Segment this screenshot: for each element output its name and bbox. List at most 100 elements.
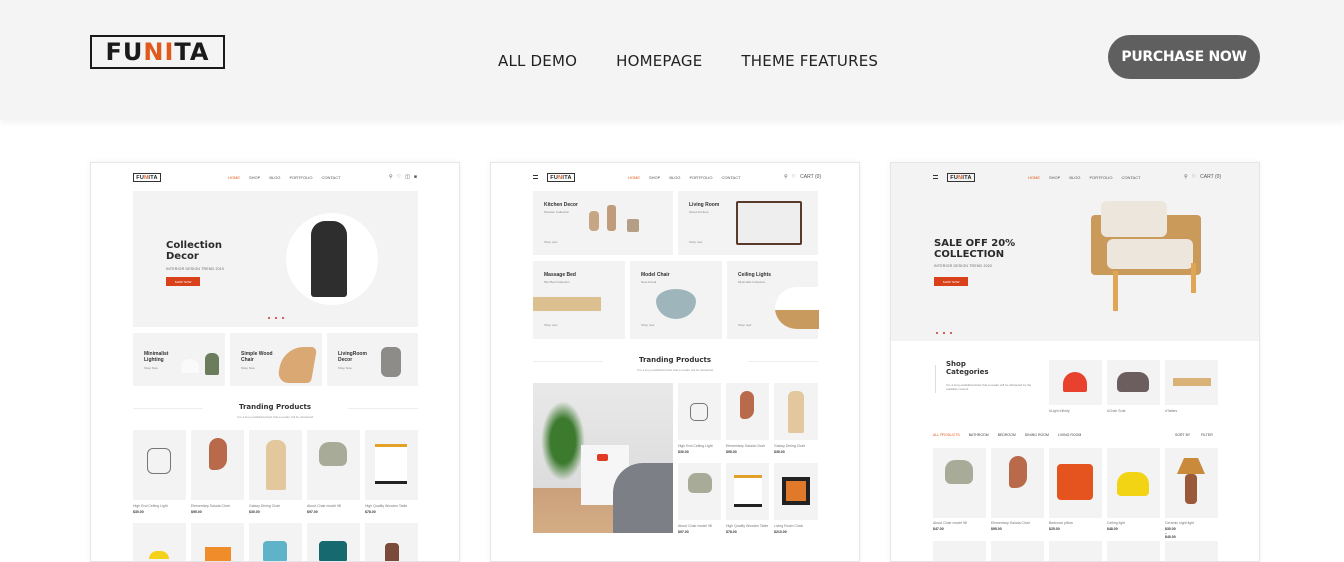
demo-header-icons: ⚲ ♡ ◫ ■	[389, 174, 417, 180]
hero-subtitle: INTERIOR DESIGN TREND 2019	[166, 267, 225, 271]
demo-card-3[interactable]: SALE OFF 20% COLLECTION INTERIOR DESIGN …	[890, 162, 1260, 562]
red-lamp-image	[1063, 372, 1087, 392]
demo-nav: HOME SHOP BLOG PORTFOLIO CONTACT	[1028, 175, 1141, 180]
cabinet-image	[375, 444, 407, 484]
product-card[interactable]	[191, 523, 244, 561]
heart-icon: ♡	[396, 174, 402, 180]
heart-icon: ♡	[1191, 174, 1197, 180]
search-icon: ⚲	[389, 174, 393, 180]
demo-header-icons: ⚲ ♡ CART (0)	[784, 174, 821, 180]
cart-icon: ■	[413, 174, 417, 180]
nav-all-demo[interactable]: ALL DEMO	[498, 52, 577, 70]
demo-nav-contact: CONTACT	[321, 175, 341, 180]
tile-model-chair[interactable]: Model Chair New Arrival Shop now	[630, 261, 722, 339]
tile-kitchen-decor[interactable]: Kitchen Decor Wooden Collection Shop now	[533, 191, 673, 255]
pillow-image	[1057, 464, 1093, 500]
demo-card-1[interactable]: FU N ITA HOME SHOP BLOG PORTFOLIO CONTACT …	[90, 162, 460, 562]
demo-header: FU N ITA HOME SHOP BLOG PORTFOLIO CONTACT …	[91, 171, 459, 185]
ceiling-light-image	[147, 448, 171, 474]
plant-image	[541, 401, 585, 481]
product-card[interactable]	[307, 523, 360, 561]
chair-image	[209, 438, 227, 470]
demo-nav-shop: SHOP	[249, 175, 261, 180]
chair-image	[319, 442, 347, 466]
armchair-back-cushion	[1101, 201, 1167, 237]
menu-icon	[933, 175, 938, 179]
hero-title: SALE OFF 20% COLLECTION	[934, 238, 1016, 260]
hero-dots[interactable]	[936, 332, 952, 334]
section-title: Tranding Products	[638, 356, 712, 364]
lamp-image	[181, 359, 199, 373]
product-card[interactable]	[1165, 541, 1218, 561]
demo-nav-portfolio: PORTFOLIO	[289, 175, 313, 180]
product-card[interactable]	[1049, 541, 1102, 561]
bedroom-video-image[interactable]	[533, 383, 673, 533]
tab-dining-room[interactable]: DINING ROOM	[1025, 433, 1049, 437]
hero-subtitle: INTERIOR DESIGN TREND 2020	[934, 264, 993, 268]
shop-categories-desc: It is a long established fact that a rea…	[946, 383, 1032, 392]
demo-nav: HOME SHOP BLOG PORTFOLIO CONTACT	[628, 175, 741, 180]
banner-livingroom[interactable]: LivingRoom Decor Shop Now	[327, 333, 418, 386]
demo-hero: Collection Decor INTERIOR DESIGN TREND 2…	[133, 191, 418, 327]
tab-bathroom[interactable]: BATHROOM	[969, 433, 989, 437]
product-card[interactable]	[933, 541, 986, 561]
shop-categories-title: Shop Categories	[946, 360, 989, 376]
demo-logo: FU N ITA	[547, 173, 575, 182]
demo-hero: SALE OFF 20% COLLECTION INTERIOR DESIGN …	[891, 163, 1259, 341]
product-card[interactable]	[249, 523, 302, 561]
sofa-chair-image	[1117, 372, 1149, 392]
demo-card-2[interactable]: FU N ITA HOME SHOP BLOG PORTFOLIO CONTACT …	[490, 162, 860, 562]
purchase-now-button[interactable]: PURCHASE NOW	[1108, 35, 1260, 79]
menu-icon	[533, 175, 538, 179]
clock-image	[782, 477, 810, 505]
site-header: FU N I TA ALL DEMO HOMEPAGE THEME FEATURES …	[0, 0, 1344, 120]
demo-nav: HOME SHOP BLOG PORTFOLIO CONTACT	[228, 175, 341, 180]
tab-living-room[interactable]: LIVING ROOM	[1058, 433, 1081, 437]
bed-image	[613, 463, 673, 533]
hero-shop-button[interactable]: SHOP NOW	[934, 277, 968, 286]
banner-wood-chair[interactable]: Simple Wood Chair Shop Now	[230, 333, 322, 386]
tile-massage-bed[interactable]: Massage Bed Mini Bed Collection Shop now	[533, 261, 625, 339]
cart-label: CART (0)	[800, 174, 822, 180]
tile-living-room[interactable]: Living Room Wood furniture Shop now	[678, 191, 818, 255]
logo-text-end: TA	[174, 38, 210, 66]
nav-homepage[interactable]: HOMEPAGE	[616, 52, 702, 70]
demo-nav-blog: BLOG	[269, 175, 281, 180]
tile-ceiling-lights[interactable]: Ceiling Lights Minimalist Collection Sho…	[727, 261, 819, 339]
youtube-play-icon[interactable]	[597, 454, 608, 461]
demo-logo: FU N ITA	[947, 173, 975, 182]
nav-theme-features[interactable]: THEME FEATURES	[741, 52, 878, 70]
diffuser-image	[311, 221, 347, 297]
hero-shop-button[interactable]: SHOP NOW	[166, 277, 200, 286]
armchair-seat-cushion	[1107, 239, 1193, 269]
tab-bedroom[interactable]: BEDROOM	[998, 433, 1016, 437]
demo-header: FU N ITA HOME SHOP BLOG PORTFOLIO CONTACT …	[891, 171, 1259, 185]
bag-icon: ◫	[405, 174, 410, 180]
chair-image	[266, 440, 286, 490]
search-icon: ⚲	[1184, 174, 1188, 180]
product-card[interactable]	[1107, 541, 1160, 561]
logo-text-start: FU	[105, 38, 144, 66]
filter-button[interactable]: FILTER	[1201, 433, 1213, 437]
yellow-light-image	[1117, 472, 1149, 496]
demo-nav-home: HOME	[228, 175, 240, 180]
demo-header-icons: ⚲ ♡ CART (0)	[1184, 174, 1221, 180]
sort-by-dropdown[interactable]: SORT BY	[1175, 433, 1190, 437]
section-subtitle: It is a long established fact that a rea…	[636, 368, 714, 372]
logo[interactable]: FU N I TA	[90, 35, 225, 69]
search-icon: ⚲	[784, 174, 788, 180]
main-nav: ALL DEMO HOMEPAGE THEME FEATURES	[498, 52, 917, 70]
section-subtitle: It is a long established fact that a rea…	[236, 415, 314, 419]
wood-chair-image	[276, 347, 318, 383]
product-card[interactable]	[365, 523, 418, 561]
banner-lighting[interactable]: Minimalist Lighting Shop Now	[133, 333, 225, 386]
cart-label: CART (0)	[1200, 174, 1222, 180]
filter-tabs: ALL PRODUCTS BATHROOM BEDROOM DINING ROO…	[933, 433, 1081, 437]
logo-text-accent-2: I	[164, 38, 175, 66]
hero-title: Collection Decor	[166, 240, 222, 262]
vase-image	[381, 347, 401, 377]
product-card[interactable]	[991, 541, 1044, 561]
product-card[interactable]	[133, 523, 186, 561]
tab-all-products[interactable]: ALL PRODUCTS	[933, 433, 960, 437]
hero-dots[interactable]	[268, 317, 284, 319]
